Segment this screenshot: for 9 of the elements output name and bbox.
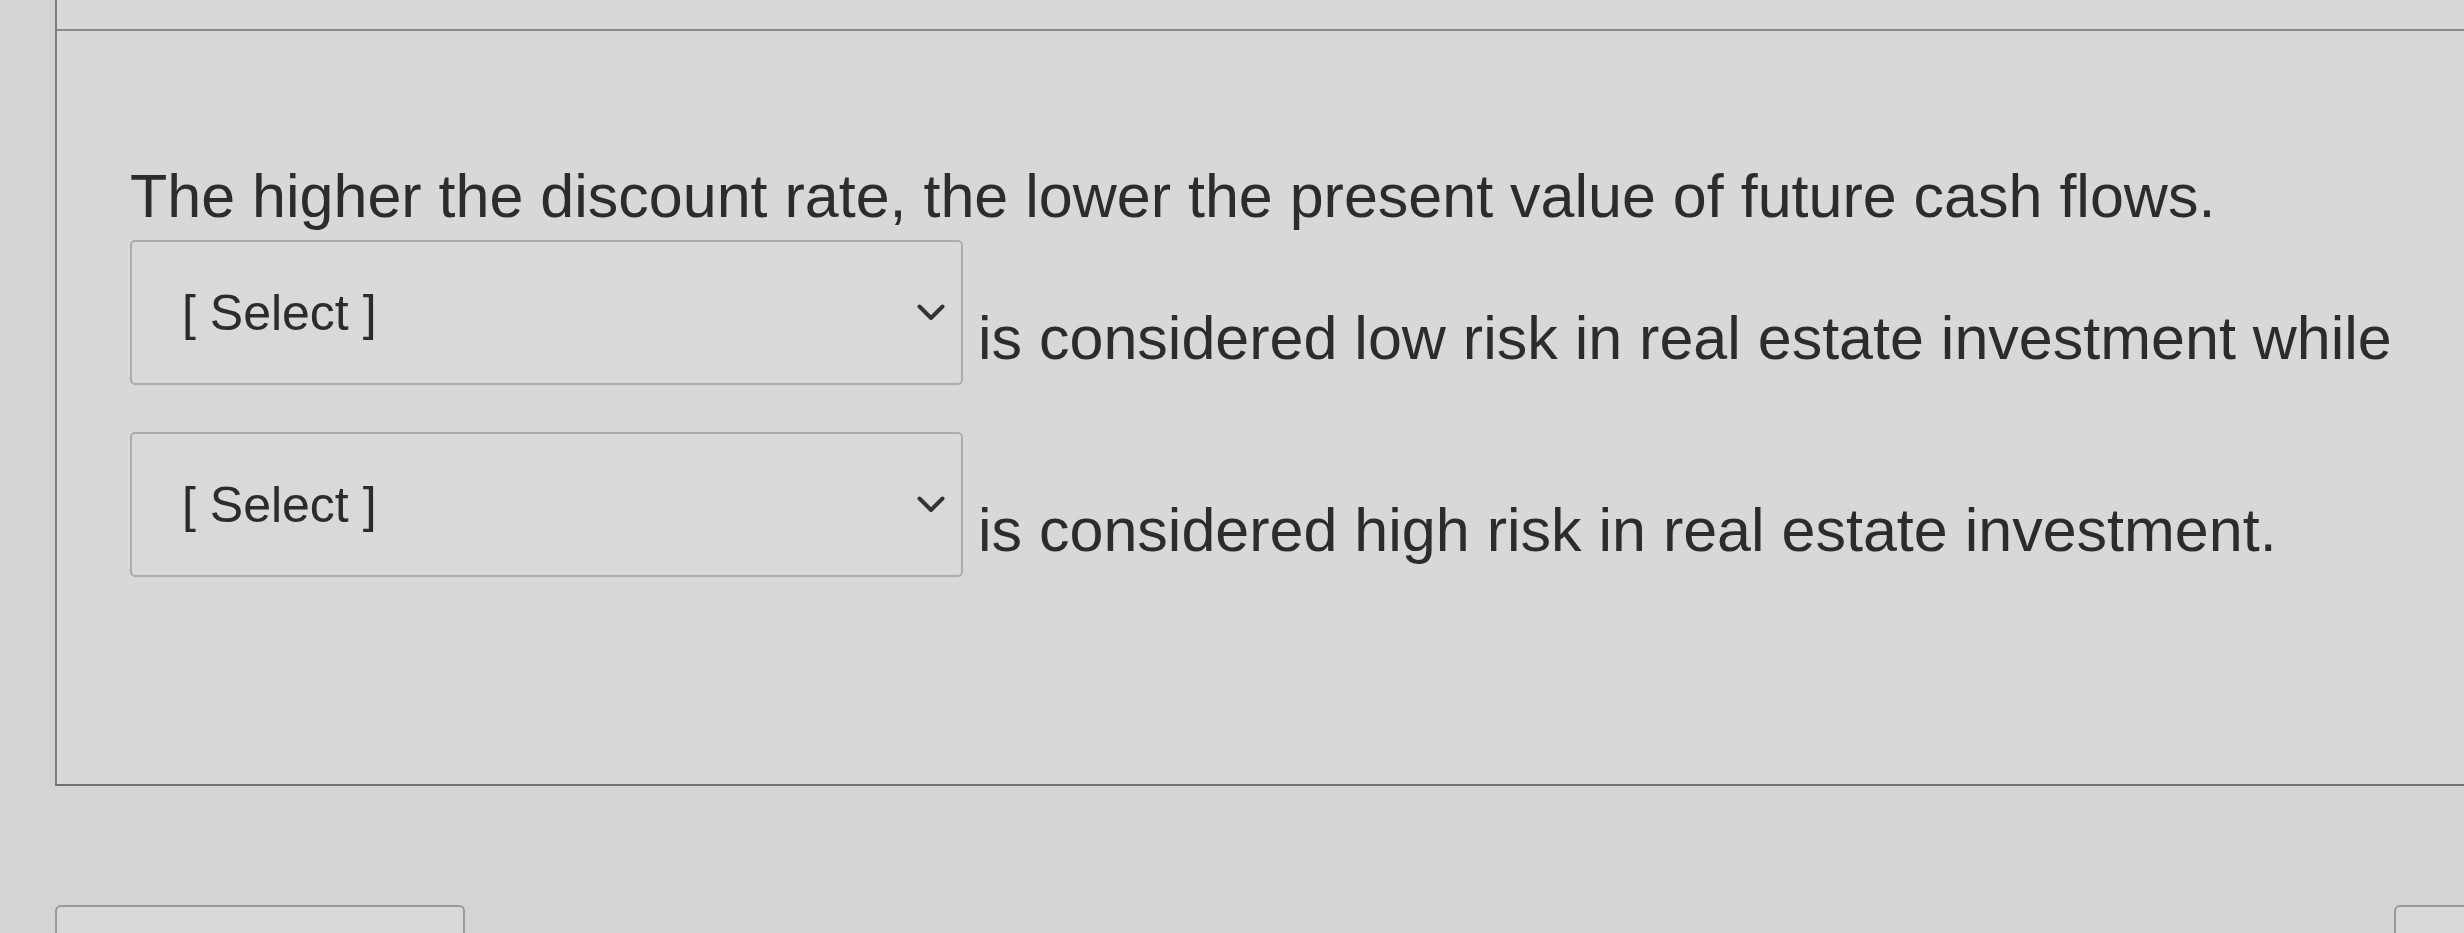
partial-button[interactable] <box>2394 905 2464 933</box>
dropdown-select[interactable]: [ Select ] <box>130 432 963 577</box>
chevron-down-icon <box>917 496 945 513</box>
chevron-down-icon <box>917 304 945 321</box>
question-text: The higher the discount rate, the lower the present value of future cash flows. <box>130 161 2216 232</box>
sentence-text: is considered high risk in real estate investment. <box>978 494 2277 566</box>
sentence-text: is considered low risk in real estate investment while <box>978 302 2392 374</box>
dropdown-select[interactable]: [ Select ] <box>130 240 963 385</box>
partial-button[interactable] <box>55 905 465 933</box>
